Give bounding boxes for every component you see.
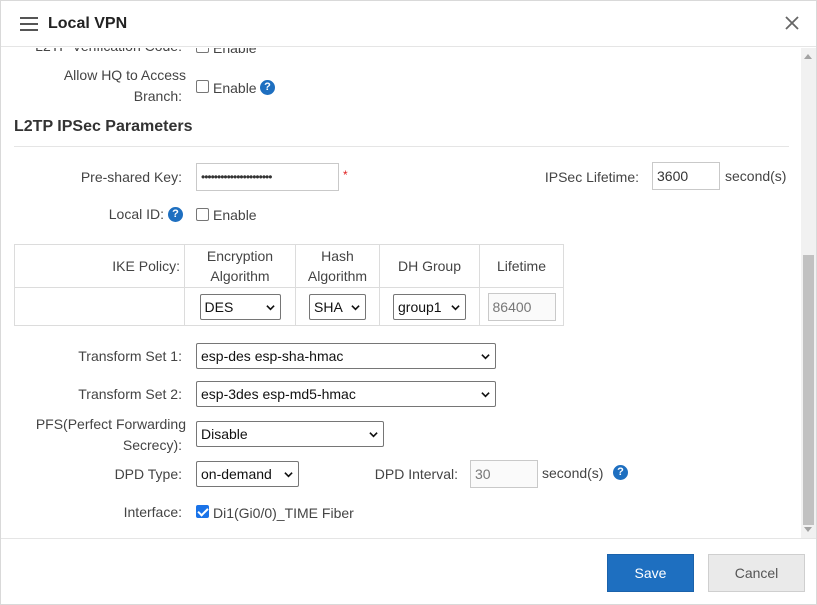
pfs-label-line2: Secrecy):	[122, 437, 182, 453]
encryption-cell: DES	[184, 287, 296, 326]
hash-select-value: SHA	[314, 298, 343, 315]
dpd-interval-label: DPD Interval:	[374, 466, 458, 482]
scroll-thumb[interactable]	[803, 255, 814, 525]
dh-select-value: group1	[398, 298, 442, 315]
chevron-down-icon	[451, 304, 460, 310]
save-button[interactable]: Save	[607, 554, 694, 592]
hamburger-menu-icon[interactable]	[20, 17, 38, 31]
dialog-title: Local VPN	[48, 15, 128, 32]
pfs-select-value: Disable	[201, 426, 248, 442]
transform-set-1-value: esp-des esp-sha-hmac	[201, 348, 344, 364]
close-icon[interactable]	[782, 13, 802, 33]
pfs-label-line1: PFS(Perfect Forwarding	[35, 416, 186, 432]
chevron-down-icon	[369, 432, 378, 438]
chevron-down-icon	[481, 392, 490, 398]
chevron-down-icon	[265, 304, 275, 310]
ipsec-lifetime-label: IPSec Lifetime:	[544, 169, 639, 185]
transform-set-1-select[interactable]: esp-des esp-sha-hmac	[196, 343, 496, 369]
ike-policy-table: IKE Policy: Encryption Algorithm Hash Al…	[14, 244, 564, 326]
help-icon[interactable]: ?	[260, 80, 275, 95]
allow-hq-checkbox[interactable]	[196, 80, 209, 93]
dh-cell: group1	[379, 287, 480, 326]
dpd-interval-unit: second(s)	[542, 465, 604, 481]
ike-empty-cell	[14, 287, 185, 326]
dpd-interval-input[interactable]: 30	[470, 460, 538, 488]
allow-hq-enable-label: Enable	[213, 80, 257, 96]
l2tp-verification-code-label: L2TP Verification Code:	[21, 48, 182, 57]
transform-set-2-value: esp-3des esp-md5-hmac	[201, 386, 356, 402]
dpd-type-label: DPD Type:	[114, 466, 182, 482]
required-mark: *	[343, 168, 348, 182]
hash-select[interactable]: SHA	[309, 293, 366, 320]
scroll-up-arrow-icon[interactable]	[804, 54, 812, 59]
local-id-enable-label: Enable	[213, 207, 257, 223]
chevron-down-icon	[351, 304, 360, 310]
lifetime-header: Lifetime	[479, 244, 564, 288]
allow-hq-label-line1: Allow HQ to Access	[63, 67, 186, 83]
l2tp-verification-checkbox[interactable]	[196, 48, 209, 53]
section-title: L2TP IPSec Parameters	[14, 118, 193, 135]
ike-values-row: DES SHA group1 86400	[14, 287, 564, 326]
interface-option-label: Di1(Gi0/0)_TIME Fiber	[213, 505, 354, 521]
allow-hq-label-line2: Branch:	[133, 88, 182, 104]
encryption-algorithm-header: Encryption Algorithm	[184, 244, 296, 288]
help-icon[interactable]: ?	[168, 207, 183, 222]
encryption-header-line1: Encryption	[206, 248, 274, 264]
section-divider	[14, 146, 789, 147]
dialog-footer: Save Cancel	[1, 538, 816, 604]
lifetime-cell: 86400	[479, 287, 564, 326]
dialog-content: L2TP Verification Code: Enable Allow HQ …	[1, 48, 801, 538]
chevron-down-icon	[481, 354, 490, 360]
hash-header-line1: Hash	[321, 248, 354, 264]
dh-group-header: DH Group	[379, 244, 480, 288]
local-id-label: Local ID:	[108, 206, 164, 222]
transform-set-2-select[interactable]: esp-3des esp-md5-hmac	[196, 381, 496, 407]
transform-set-1-label: Transform Set 1:	[78, 348, 182, 364]
encryption-select[interactable]: DES	[199, 293, 281, 320]
interface-checkbox[interactable]	[196, 505, 209, 518]
preshared-key-input[interactable]: ••••••••••••••••••••••	[196, 163, 339, 191]
ipsec-lifetime-input[interactable]: 3600	[652, 162, 720, 190]
hash-cell: SHA	[295, 287, 380, 326]
interface-label: Interface:	[123, 504, 182, 520]
vertical-scrollbar[interactable]	[801, 48, 816, 538]
cancel-button[interactable]: Cancel	[708, 554, 805, 592]
encryption-select-value: DES	[204, 298, 234, 315]
encryption-header-line2: Algorithm	[210, 268, 270, 284]
scroll-down-arrow-icon[interactable]	[804, 527, 812, 532]
dh-group-select[interactable]: group1	[393, 293, 466, 320]
ike-policy-label: IKE Policy:	[14, 244, 185, 288]
preshared-key-label: Pre-shared Key:	[80, 169, 182, 185]
ike-lifetime-input[interactable]: 86400	[487, 292, 556, 321]
ike-header-row: IKE Policy: Encryption Algorithm Hash Al…	[14, 244, 564, 288]
dialog-titlebar: Local VPN	[1, 1, 816, 47]
hash-algorithm-header: Hash Algorithm	[295, 244, 380, 288]
chevron-down-icon	[284, 472, 293, 478]
local-id-checkbox[interactable]	[196, 208, 209, 221]
ipsec-lifetime-unit: second(s)	[725, 168, 787, 184]
dpd-type-value: on-demand	[201, 466, 272, 482]
dpd-type-select[interactable]: on-demand	[196, 461, 299, 487]
help-icon[interactable]: ?	[613, 465, 628, 480]
pfs-select[interactable]: Disable	[196, 421, 384, 447]
hash-header-line2: Algorithm	[307, 268, 368, 284]
l2tp-verification-enable-label: Enable	[213, 48, 257, 56]
transform-set-2-label: Transform Set 2:	[78, 386, 182, 402]
local-vpn-dialog: Local VPN L2TP Verification Code: Enable…	[0, 0, 817, 605]
